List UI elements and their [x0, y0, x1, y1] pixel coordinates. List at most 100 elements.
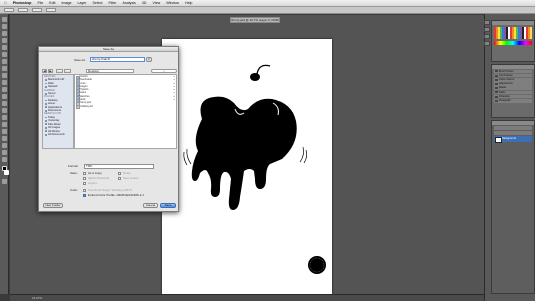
panel-row-masks[interactable]: Masks — [494, 86, 532, 90]
eraser-tool-icon[interactable] — [2, 87, 7, 92]
layers-checkbox[interactable] — [83, 182, 86, 185]
menu-layer[interactable]: Layer — [77, 0, 86, 6]
quick-mask-icon[interactable] — [2, 179, 7, 184]
eyedropper-tool-icon[interactable] — [2, 52, 7, 57]
cancel-button[interactable]: Cancel — [143, 203, 158, 208]
save-button[interactable]: Save — [160, 203, 176, 208]
file-browser: Artwork ▸ Downloads ▸ Fonts ▸ Images ▸ Projects ▸… — [74, 74, 177, 149]
location-select[interactable]: Desktop — [86, 69, 134, 73]
use-proof-setup-checkbox[interactable] — [83, 189, 86, 192]
menu-analysis[interactable]: Analysis — [122, 0, 135, 6]
layer-row[interactable]: Background — [494, 136, 532, 143]
tool-preset-picker[interactable] — [4, 8, 14, 12]
panel-row-tool-presets[interactable]: Tool Presets — [494, 73, 532, 78]
view-list-button[interactable] — [64, 69, 71, 73]
lasso-tool-icon[interactable] — [2, 31, 7, 36]
embed-color-profile-checkbox[interactable] — [83, 194, 86, 197]
swatches-panel-icon[interactable] — [484, 41, 490, 46]
dialog-title: Save As — [39, 47, 178, 52]
panel-row-character[interactable]: Character — [494, 94, 532, 99]
search-icon: ⌕ — [163, 69, 165, 73]
back-button[interactable]: ◀ — [42, 69, 47, 73]
save-as-label: Save As: — [74, 58, 86, 62]
background-color-swatch[interactable] — [4, 170, 9, 175]
panel-row-brush-preset[interactable]: Brush Preset — [494, 69, 532, 74]
notes-checkbox[interactable] — [118, 172, 121, 175]
alpha-channels-checkbox[interactable] — [83, 177, 86, 180]
marquee-tool-icon[interactable] — [2, 24, 7, 29]
blend-mode-select[interactable] — [494, 126, 532, 130]
color-panel — [491, 20, 535, 62]
small-cherry — [250, 73, 260, 81]
actions-panel-icon[interactable] — [484, 34, 490, 39]
healing-tool-icon[interactable] — [2, 59, 7, 64]
sidebar-item[interactable]: Server — [43, 92, 73, 95]
panel-collapse-icon[interactable] — [484, 20, 490, 25]
clone-stamp-tool-icon[interactable] — [2, 73, 7, 78]
zoom-level[interactable]: 16.67% — [32, 296, 42, 300]
apple-icon[interactable]:  — [4, 0, 7, 6]
sidebar-item[interactable]: All Documents — [43, 133, 73, 136]
brush-tool-icon[interactable] — [2, 66, 7, 71]
path-selection-tool-icon[interactable] — [2, 129, 7, 134]
spot-colors-checkbox[interactable] — [118, 177, 121, 180]
swatches-grid[interactable] — [494, 27, 532, 39]
3d-tool-icon[interactable] — [2, 143, 7, 148]
panel-row-paths[interactable]: Paths — [494, 90, 532, 95]
expand-toggle-button[interactable]: ▾ — [146, 57, 152, 62]
hand-tool-icon[interactable] — [2, 150, 7, 155]
dodge-tool-icon[interactable] — [2, 108, 7, 113]
color-ramp[interactable] — [494, 41, 532, 45]
color-label: Color: — [70, 188, 79, 192]
layers-panel-tab[interactable] — [492, 121, 534, 125]
move-tool-icon[interactable] — [2, 17, 7, 22]
presets-panel-tab[interactable] — [492, 65, 534, 69]
options-bar — [0, 7, 535, 14]
dialog-sidebar: DEVICES Macintosh HD iDisk Network SHARED Ser… — [42, 74, 74, 149]
search-field[interactable]: ⌕ — [151, 69, 177, 73]
panel-row-adjustments[interactable]: Adjustments — [494, 82, 532, 86]
sidebar-item[interactable]: Network — [43, 85, 73, 88]
document-tab[interactable]: cherry.psd @ 16.7% (Layer 0, RGB/8) — [230, 17, 280, 23]
menu-edit[interactable]: Edit — [49, 0, 55, 6]
options-field[interactable] — [18, 8, 28, 12]
layers-label: Layers — [88, 181, 98, 185]
file-item[interactable]: Untitled.psd — [75, 104, 176, 110]
panel-row-paragraph[interactable]: Paragraph — [494, 98, 532, 103]
menu-photoshop[interactable]: Photoshop — [13, 0, 32, 6]
lock-options[interactable] — [494, 131, 532, 135]
shape-tool-icon[interactable] — [2, 136, 7, 141]
magic-wand-tool-icon[interactable] — [2, 38, 7, 43]
menu-help[interactable]: Help — [185, 0, 192, 6]
motion-line — [299, 146, 304, 163]
crop-tool-icon[interactable] — [2, 45, 7, 50]
zoom-tool-icon[interactable] — [2, 157, 7, 162]
view-icons-button[interactable] — [56, 69, 63, 73]
pen-tool-icon[interactable] — [2, 115, 7, 120]
document-canvas[interactable] — [162, 39, 332, 294]
new-folder-button[interactable]: New Folder — [43, 203, 63, 208]
options-field[interactable] — [32, 8, 42, 12]
menu-filter[interactable]: Filter — [108, 0, 116, 6]
options-field[interactable] — [46, 8, 56, 12]
menu-3d[interactable]: 3D — [142, 0, 147, 6]
forward-button[interactable]: ▶ — [48, 69, 53, 73]
menu-image[interactable]: Image — [61, 0, 71, 6]
menu-file[interactable]: File — [37, 0, 43, 6]
format-select[interactable]: TIFF — [84, 164, 154, 169]
cherry-artwork — [183, 64, 326, 274]
file-name: Untitled.psd — [79, 104, 93, 108]
type-tool-icon[interactable] — [2, 122, 7, 127]
history-panel-icon[interactable] — [484, 27, 490, 32]
panel-row-clone-source[interactable]: Clone Source — [494, 77, 532, 82]
sidebar-item[interactable]: Documents — [43, 109, 73, 112]
as-a-copy-checkbox[interactable] — [83, 172, 86, 175]
filename-input[interactable]: cherry-final.tif — [90, 57, 145, 62]
menu-view[interactable]: View — [152, 0, 160, 6]
color-panel-tab[interactable] — [492, 21, 534, 25]
menu-window[interactable]: Window — [166, 0, 179, 6]
history-brush-tool-icon[interactable] — [2, 80, 7, 85]
blur-tool-icon[interactable] — [2, 101, 7, 106]
gradient-tool-icon[interactable] — [2, 94, 7, 99]
menu-select[interactable]: Select — [92, 0, 102, 6]
